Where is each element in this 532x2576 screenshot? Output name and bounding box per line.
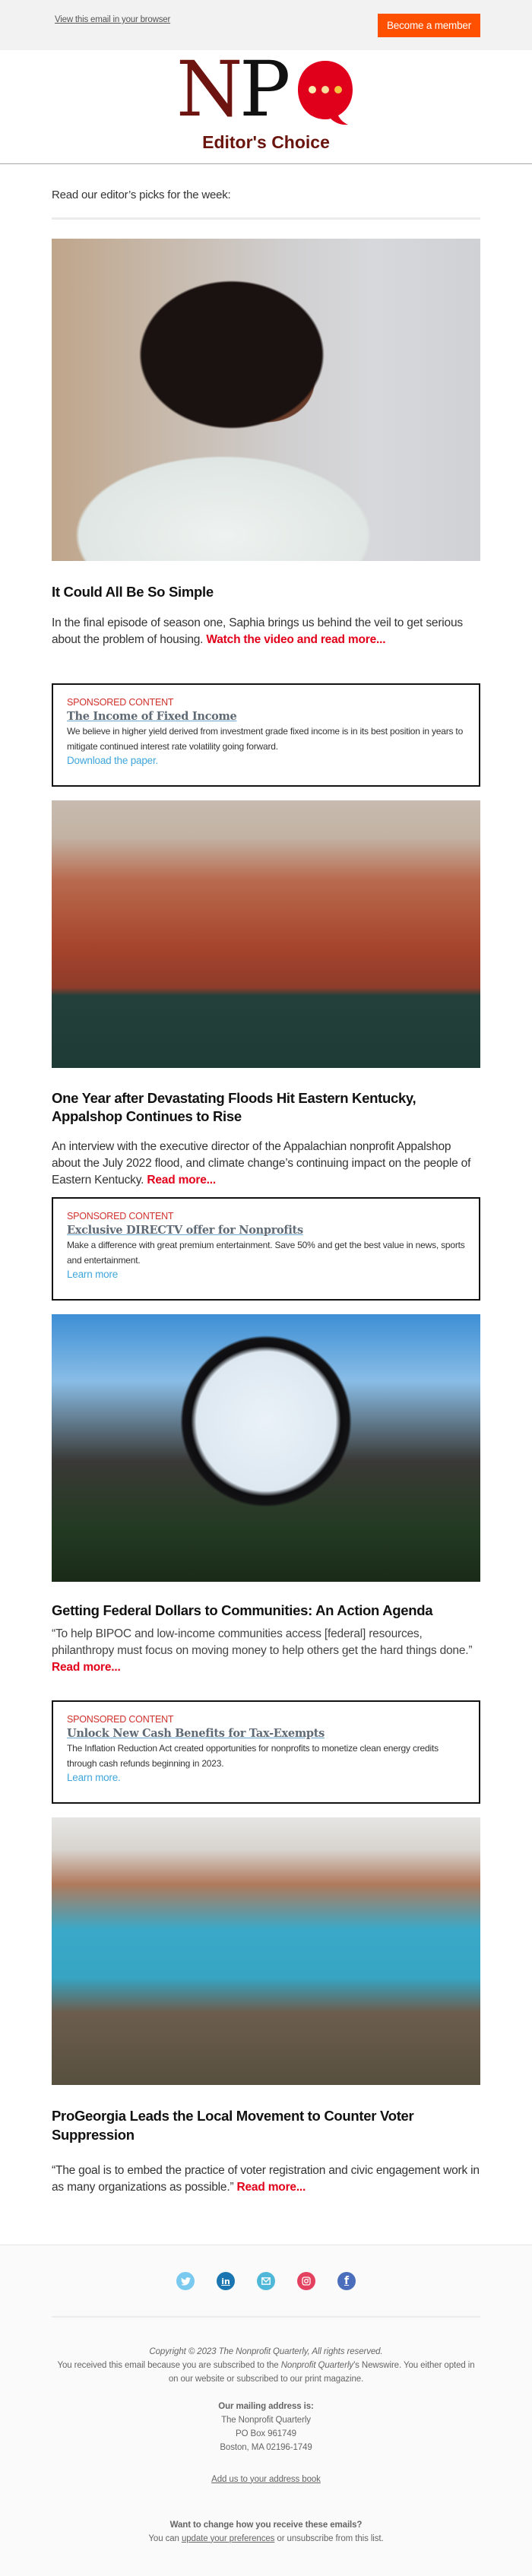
speech-bubble-icon — [298, 61, 353, 125]
footer-legal: Copyright © 2023 The Nonprofit Quarterly… — [0, 2318, 532, 2546]
article-card: ProGeorgia Leads the Local Movement to C… — [52, 1804, 480, 2244]
preheader: View this email in your browser Become a… — [0, 0, 532, 50]
npq-logo[interactable]: N P — [176, 52, 356, 134]
read-more-link[interactable]: Read more... — [52, 1661, 121, 1674]
address-line: Boston, MA 02196-1749 — [220, 2442, 312, 2452]
sponsored-cta-link[interactable]: Learn more — [67, 1269, 118, 1280]
sponsored-label: SPONSORED CONTENT — [67, 1210, 174, 1221]
preferences-text: . — [381, 2533, 384, 2543]
header: N P Editor's Choice — [0, 50, 532, 164]
address-line: PO Box 961749 — [236, 2429, 296, 2438]
unsubscribe-link[interactable]: unsubscribe from this list — [287, 2534, 382, 2543]
address-line: The Nonprofit Quarterly — [221, 2415, 311, 2425]
article-description: An interview with the executive director… — [52, 1139, 480, 1189]
become-member-button[interactable]: Become a member — [378, 14, 480, 37]
logo-letter-p: P — [239, 45, 291, 134]
sponsored-title-link[interactable]: Exclusive DIRECTV offer for Nonprofits — [67, 1224, 303, 1237]
social-links: in f — [0, 2245, 532, 2316]
article-image[interactable] — [52, 1817, 480, 2086]
sponsored-title-link[interactable]: The Income of Fixed Income — [67, 710, 237, 723]
logo-letter-n: N — [176, 45, 243, 134]
preferences-line: You can update your preferences or unsub… — [53, 2532, 479, 2546]
instagram-icon[interactable] — [297, 2272, 315, 2291]
preferences-text: or — [274, 2533, 287, 2543]
article-description: “The goal is to embed the practice of vo… — [52, 2163, 480, 2196]
newsletter-title: Editor's Choice — [202, 132, 330, 152]
article-card: It Could All Be So Simple In the final e… — [52, 220, 480, 648]
intro-text: Read our editor’s picks for the week: — [52, 189, 231, 201]
linkedin-icon[interactable]: in — [217, 2272, 235, 2291]
subscription-notice: You received this email because you are … — [53, 2359, 479, 2386]
sponsored-text: Make a difference with great premium ent… — [67, 1239, 465, 1266]
article-image[interactable] — [52, 1313, 480, 1582]
article-card: Getting Federal Dollars to Communities: … — [52, 1301, 480, 1677]
article-description: “To help BIPOC and low-income communitie… — [52, 1626, 480, 1676]
publication-name: Nonprofit Quarterly — [280, 2360, 353, 2370]
view-in-browser-link[interactable]: View this email in your browser — [55, 15, 170, 24]
read-more-link[interactable]: Read more... — [147, 1174, 216, 1187]
read-more-link[interactable]: Watch the video and read more... — [206, 633, 385, 646]
sponsored-label: SPONSORED CONTENT — [67, 1714, 174, 1725]
sponsored-text: We believe in higher yield derived from … — [67, 725, 464, 752]
email-icon[interactable] — [257, 2272, 275, 2291]
twitter-icon[interactable] — [176, 2272, 195, 2291]
subscription-notice-text: You received this email because you are … — [57, 2360, 281, 2370]
article-image[interactable] — [52, 800, 480, 1068]
sponsored-cta-link[interactable]: Download the paper. — [67, 755, 158, 766]
change-emails-heading: Want to change how you receive these ema… — [169, 2520, 363, 2530]
sponsored-box: SPONSORED CONTENT Unlock New Cash Benefi… — [52, 1700, 480, 1804]
sponsored-title-link[interactable]: Unlock New Cash Benefits for Tax-Exempts — [67, 1727, 325, 1740]
preferences-text: You can — [148, 2533, 182, 2543]
facebook-icon[interactable]: f — [337, 2272, 356, 2291]
article-image[interactable] — [52, 239, 480, 561]
article-description-text: “To help BIPOC and low-income communitie… — [52, 1627, 473, 1658]
footer: in f Copyright © 2023 The Nonprofit Quar… — [0, 2244, 532, 2576]
article-title[interactable]: It Could All Be So Simple — [52, 583, 480, 602]
main-content: Read our editor’s picks for the week: It… — [0, 164, 532, 2245]
article-description: In the final episode of season one, Saph… — [52, 615, 480, 648]
article-title[interactable]: ProGeorgia Leads the Local Movement to C… — [52, 2107, 480, 2144]
copyright-text: Copyright © 2023 The Nonprofit Quarterly… — [149, 2346, 383, 2356]
mailing-address-heading: Our mailing address is: — [218, 2401, 314, 2411]
update-preferences-link[interactable]: update your preferences — [182, 2534, 274, 2543]
sponsored-cta-link[interactable]: Learn more. — [67, 1772, 121, 1783]
linkedin-glyph: in — [221, 2276, 230, 2286]
sponsored-box: SPONSORED CONTENT Exclusive DIRECTV offe… — [52, 1196, 480, 1301]
article-description-text: An interview with the executive director… — [52, 1139, 471, 1187]
read-more-link[interactable]: Read more... — [237, 2181, 306, 2194]
article-title[interactable]: Getting Federal Dollars to Communities: … — [52, 1602, 480, 1621]
sponsored-label: SPONSORED CONTENT — [67, 696, 174, 708]
address-book-link[interactable]: Add us to your address book — [211, 2475, 321, 2484]
sponsored-text: The Inflation Reduction Act created oppo… — [67, 1743, 439, 1770]
article-card: One Year after Devastating Floods Hit Ea… — [52, 787, 480, 1189]
sponsored-box: SPONSORED CONTENT The Income of Fixed In… — [52, 683, 480, 787]
article-title[interactable]: One Year after Devastating Floods Hit Ea… — [52, 1089, 480, 1126]
facebook-glyph: f — [344, 2275, 350, 2288]
